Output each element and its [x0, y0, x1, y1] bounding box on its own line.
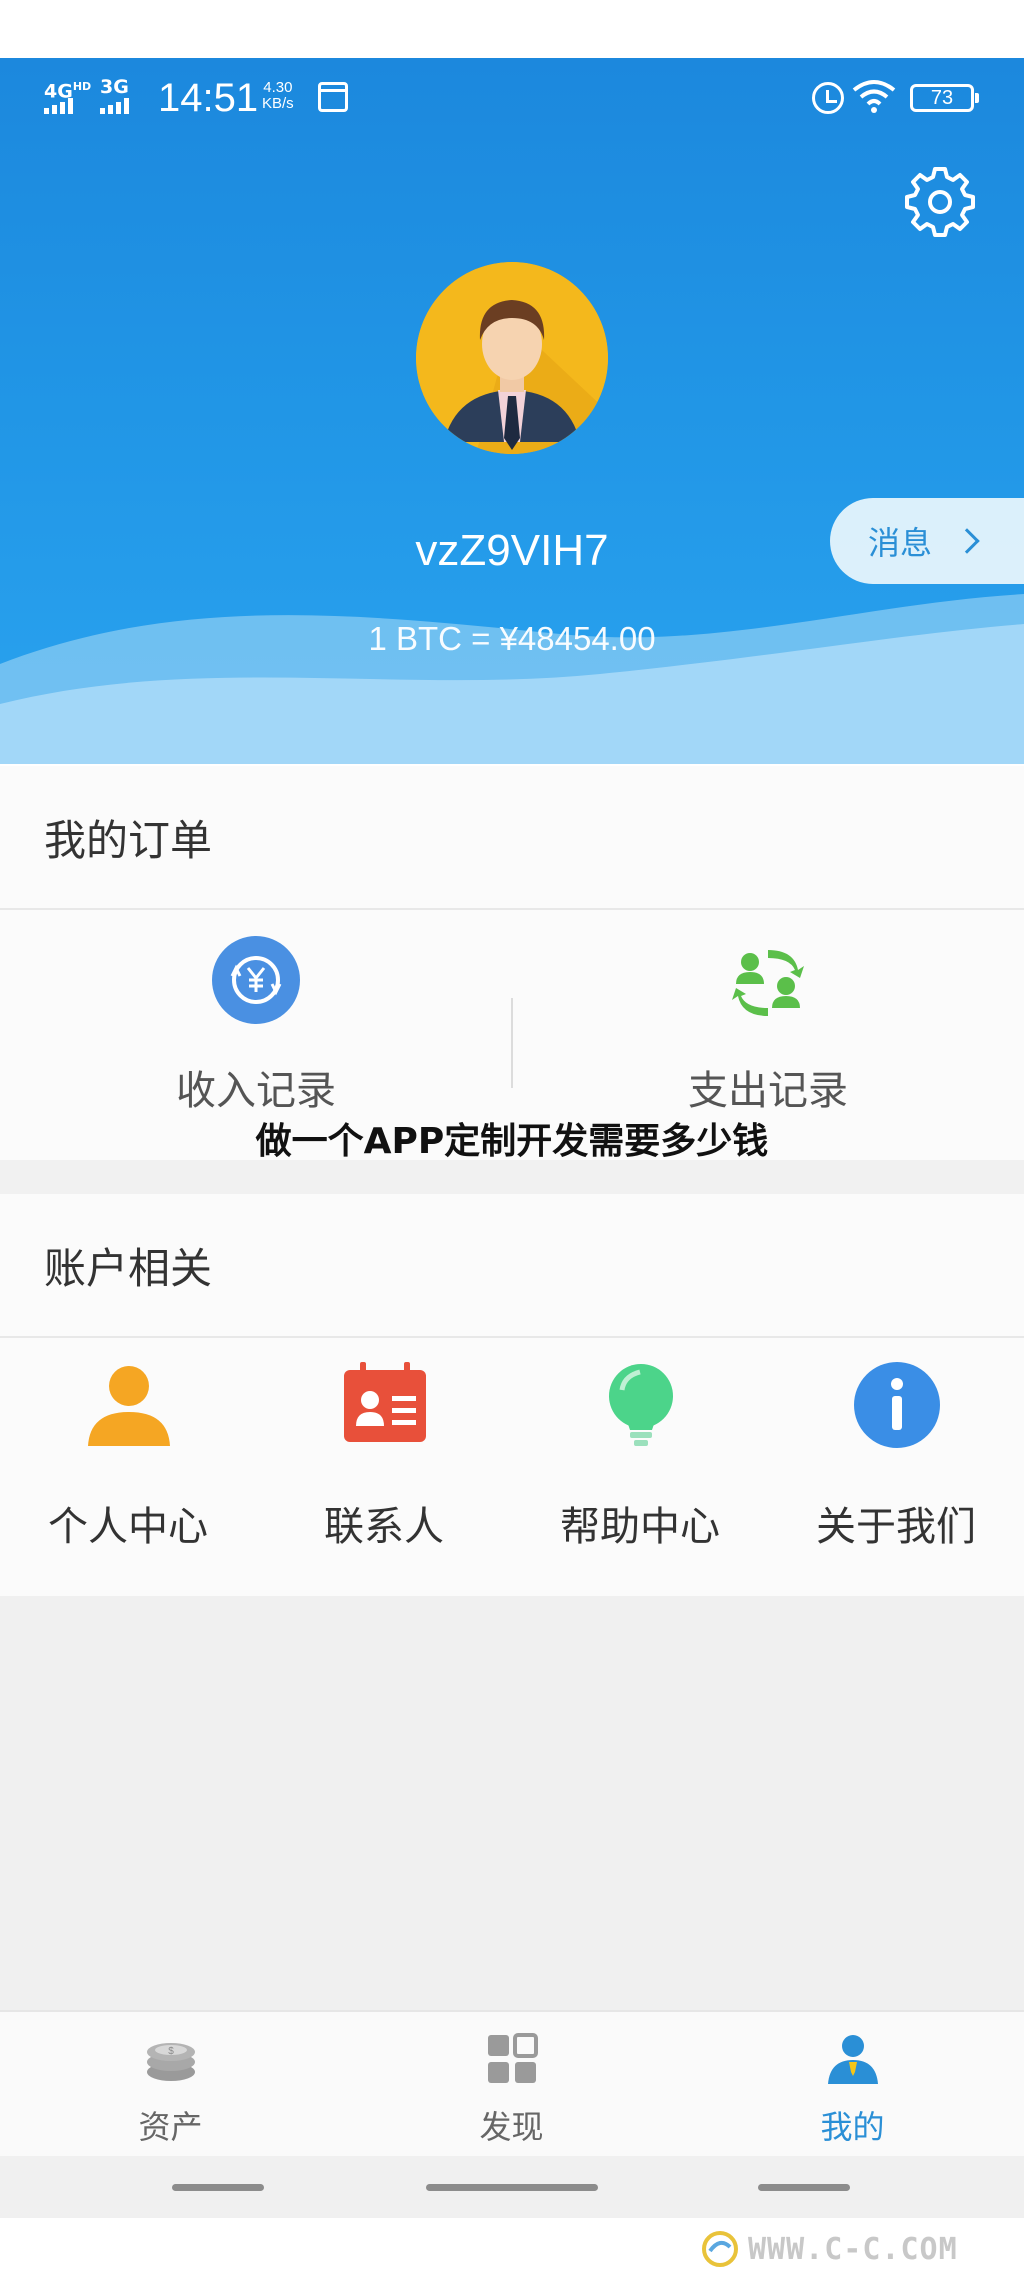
- settings-gear-icon[interactable]: [904, 166, 976, 238]
- profile-header: 4GHD 3G 14:51 4.30 KB/s 73 vzZ9VIH7 1 BT…: [0, 58, 1024, 764]
- svg-text:$: $: [168, 2046, 174, 2057]
- tab-mine[interactable]: 我的: [682, 2012, 1023, 2158]
- account-section-title: 账户相关: [44, 1243, 213, 1293]
- avatar[interactable]: [416, 262, 608, 454]
- account-section-header: 账户相关: [0, 1194, 1024, 1338]
- watermark: WWW.C-C.COM: [700, 2218, 1024, 2280]
- tab-mine-label: 我的: [820, 2108, 885, 2146]
- nav-menu-handle[interactable]: [172, 2184, 264, 2191]
- contacts-label: 联系人: [324, 1504, 444, 1550]
- user-icon: [828, 2035, 878, 2084]
- battery-indicator: 73: [910, 84, 979, 112]
- bottom-tab-bar: $ 资产 发现 我的: [0, 2010, 1024, 2156]
- coins-icon: $: [147, 2043, 195, 2081]
- personal-center-item[interactable]: 个人中心: [0, 1338, 256, 1596]
- lightbulb-icon: [609, 1364, 673, 1446]
- watermark-text: WWW.C-C.COM: [748, 2231, 958, 2267]
- system-navigation-bar: [0, 2156, 1024, 2218]
- messages-button[interactable]: 消息: [830, 498, 1024, 584]
- contacts-item[interactable]: 联系人: [256, 1338, 512, 1596]
- network-4g-label: 4GHD: [44, 80, 92, 103]
- income-record-label: 收入记录: [176, 1068, 336, 1114]
- contact-card-icon: [344, 1362, 426, 1442]
- tab-assets-label: 资产: [138, 2108, 203, 2146]
- nav-home-handle[interactable]: [426, 2184, 598, 2191]
- help-center-item[interactable]: 帮助中心: [512, 1338, 768, 1596]
- watermark-logo-icon: [702, 2231, 738, 2267]
- account-grid: 个人中心 联系人 帮助中心 关于我们: [0, 1338, 1024, 1596]
- avatar-illustration: [416, 262, 608, 454]
- income-record-icon: [212, 936, 300, 1024]
- signal-bars-1-icon: [44, 98, 73, 114]
- alarm-icon: [812, 82, 844, 114]
- tab-assets[interactable]: $ 资产: [0, 2012, 341, 2158]
- network-3g-label: 3G: [100, 76, 129, 98]
- promo-banner-text: 做一个APP定制开发需要多少钱: [255, 1121, 769, 1162]
- grid-icon: [488, 2033, 538, 2083]
- btc-exchange-rate: 1 BTC = ¥48454.00: [368, 620, 656, 657]
- network-speed: 4.30 KB/s: [262, 79, 294, 112]
- empty-content-area: [0, 1596, 1024, 2012]
- nav-back-handle[interactable]: [758, 2184, 850, 2191]
- tab-discover[interactable]: 发现: [341, 2012, 682, 2158]
- orders-section-title: 我的订单: [44, 815, 213, 865]
- expense-record-label: 支出记录: [688, 1068, 848, 1114]
- about-us-label: 关于我们: [816, 1504, 976, 1550]
- about-us-item[interactable]: 关于我们: [768, 1338, 1024, 1596]
- section-separator: [0, 1160, 1024, 1194]
- status-time: 14:51: [158, 76, 259, 120]
- personal-center-label: 个人中心: [48, 1504, 208, 1550]
- person-icon: [88, 1366, 170, 1446]
- chevron-right-icon: [954, 528, 980, 554]
- messages-label: 消息: [868, 524, 933, 562]
- expense-record-icon: [732, 950, 804, 1016]
- wifi-icon: [852, 80, 896, 113]
- calendar-icon: [318, 82, 348, 112]
- orders-section-header: 我的订单: [0, 766, 1024, 910]
- info-icon: [854, 1362, 940, 1448]
- signal-bars-2-icon: [100, 98, 129, 114]
- tab-discover-label: 发现: [479, 2108, 544, 2146]
- status-bar: 4GHD 3G 14:51 4.30 KB/s 73: [0, 58, 1024, 138]
- help-center-label: 帮助中心: [560, 1504, 720, 1550]
